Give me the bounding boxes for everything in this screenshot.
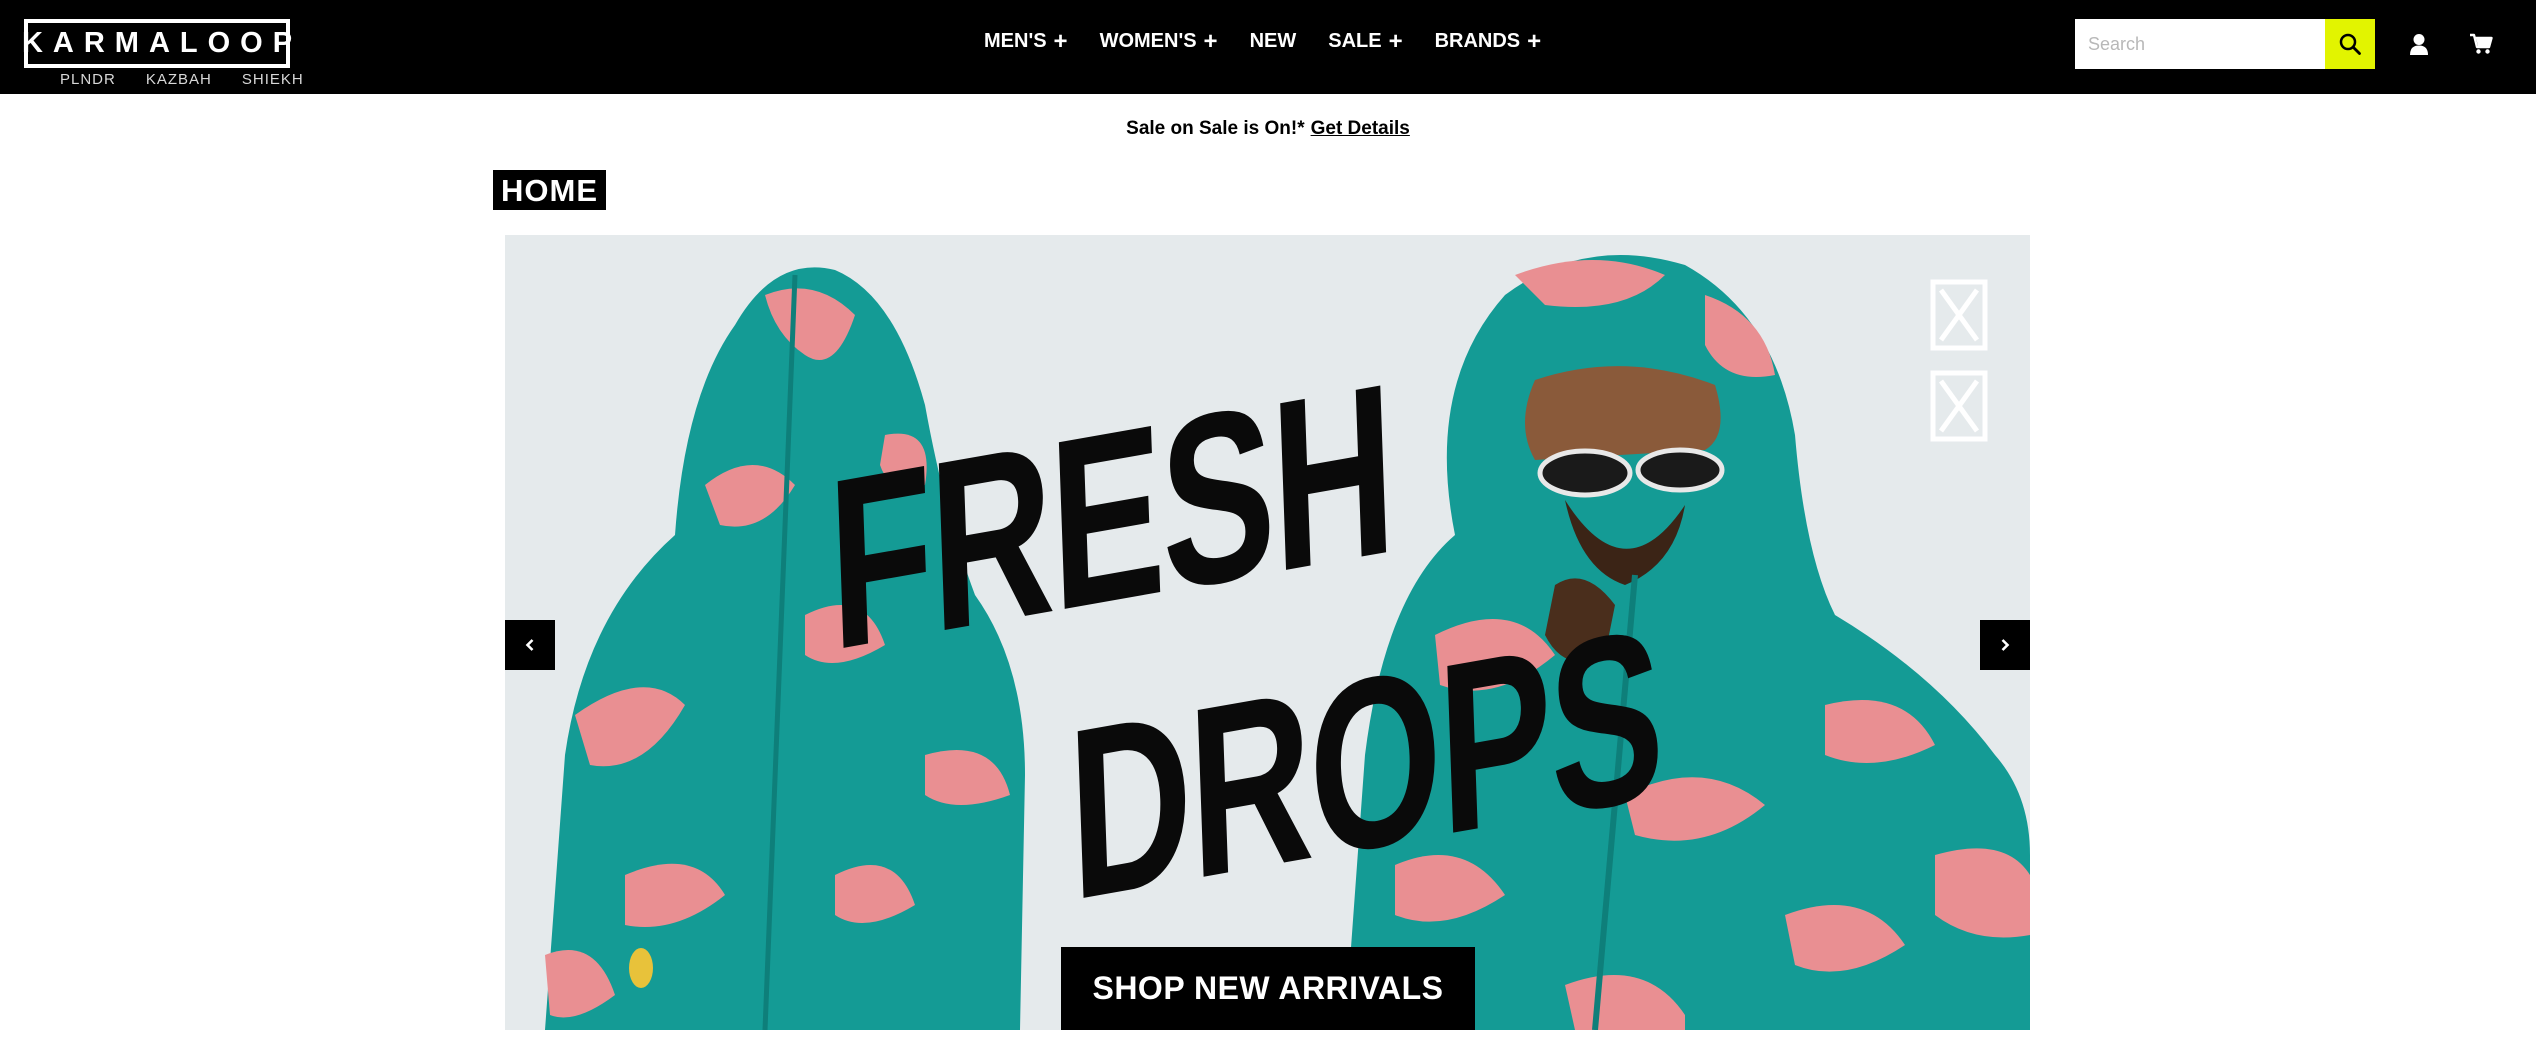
carousel-prev-button[interactable] [505, 620, 555, 670]
nav-item-mens[interactable]: MEN'S + [984, 27, 1068, 55]
sister-brand-kazbah[interactable]: KAZBAH [146, 71, 212, 88]
user-icon [2410, 34, 2428, 55]
plus-icon: + [1527, 27, 1542, 55]
chevron-left-icon [525, 639, 534, 651]
search-icon [2339, 33, 2361, 55]
nav-label: SALE [1328, 30, 1382, 52]
account-button[interactable] [2405, 30, 2433, 58]
nav-label: BRANDS [1434, 30, 1521, 52]
nav-label: WOMEN'S [1099, 30, 1197, 52]
plus-icon: + [1388, 27, 1403, 55]
main-nav: MEN'S + WOMEN'S + NEW SALE + BRANDS + [984, 27, 1573, 55]
nav-item-brands[interactable]: BRANDS + [1434, 27, 1542, 55]
carousel-next-button[interactable] [1980, 620, 2030, 670]
search-input[interactable] [2075, 19, 2325, 69]
shop-new-arrivals-button[interactable]: SHOP NEW ARRIVALS [1061, 947, 1475, 1030]
promo-banner: Sale on Sale is On!* Get Details [0, 118, 2536, 140]
sister-brand-shiekh[interactable]: SHIEKH [242, 71, 304, 88]
promo-text: Sale on Sale is On!* [1126, 118, 1305, 139]
page-title: HOME [493, 170, 606, 210]
promo-details-link[interactable]: Get Details [1311, 118, 1410, 139]
karmaloop-logo[interactable]: KARMALOOP [22, 19, 292, 68]
site-header: KARMALOOP PLNDR KAZBAH SHIEKH MEN'S + WOM… [0, 0, 2536, 94]
search-button[interactable] [2325, 19, 2375, 69]
sister-brands-nav: PLNDR KAZBAH SHIEKH [60, 71, 304, 88]
plus-icon: + [1203, 27, 1218, 55]
nav-item-womens[interactable]: WOMEN'S + [1099, 27, 1218, 55]
cart-icon [2470, 33, 2493, 54]
nav-item-sale[interactable]: SALE + [1328, 27, 1403, 55]
cart-button[interactable] [2467, 30, 2495, 58]
nav-label: NEW [1249, 30, 1297, 52]
plus-icon: + [1053, 27, 1068, 55]
search-bar [2075, 19, 2375, 69]
sister-brand-plndr[interactable]: PLNDR [60, 71, 116, 88]
hero-carousel[interactable]: FRESH DROPS SHOP NEW ARRIVALS [505, 235, 2030, 1030]
hero-image [505, 235, 2030, 1030]
nav-item-new[interactable]: NEW [1250, 30, 1297, 53]
nav-label: MEN'S [984, 30, 1047, 52]
chevron-right-icon [2001, 639, 2010, 651]
